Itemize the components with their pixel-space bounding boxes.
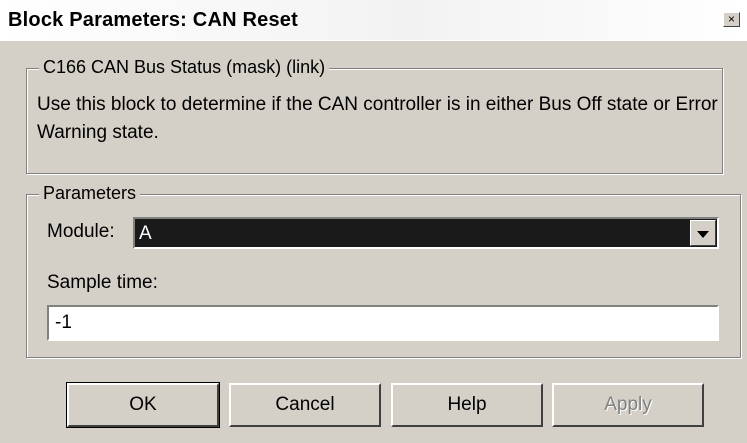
description-group-legend: C166 CAN Bus Status (mask) (link) (39, 57, 330, 78)
ok-button[interactable]: OK (66, 382, 220, 428)
block-description: Use this block to determine if the CAN c… (37, 94, 718, 143)
title-bar: Block Parameters: CAN Reset × (0, 0, 747, 41)
cancel-button[interactable]: Cancel (229, 383, 381, 427)
window-title: Block Parameters: CAN Reset (8, 9, 298, 31)
dropdown-arrow-icon[interactable] (690, 220, 716, 246)
sample-time-input[interactable] (47, 305, 719, 341)
module-select[interactable]: A (133, 217, 719, 249)
module-select-value: A (139, 223, 152, 244)
apply-button[interactable]: Apply (552, 383, 704, 427)
parameters-group-legend: Parameters (39, 183, 141, 204)
module-label: Module: (47, 221, 115, 242)
description-group: C166 CAN Bus Status (mask) (link) Use th… (26, 57, 723, 174)
sample-time-label: Sample time: (47, 272, 158, 293)
help-button[interactable]: Help (391, 383, 543, 427)
close-icon[interactable]: × (723, 12, 740, 27)
